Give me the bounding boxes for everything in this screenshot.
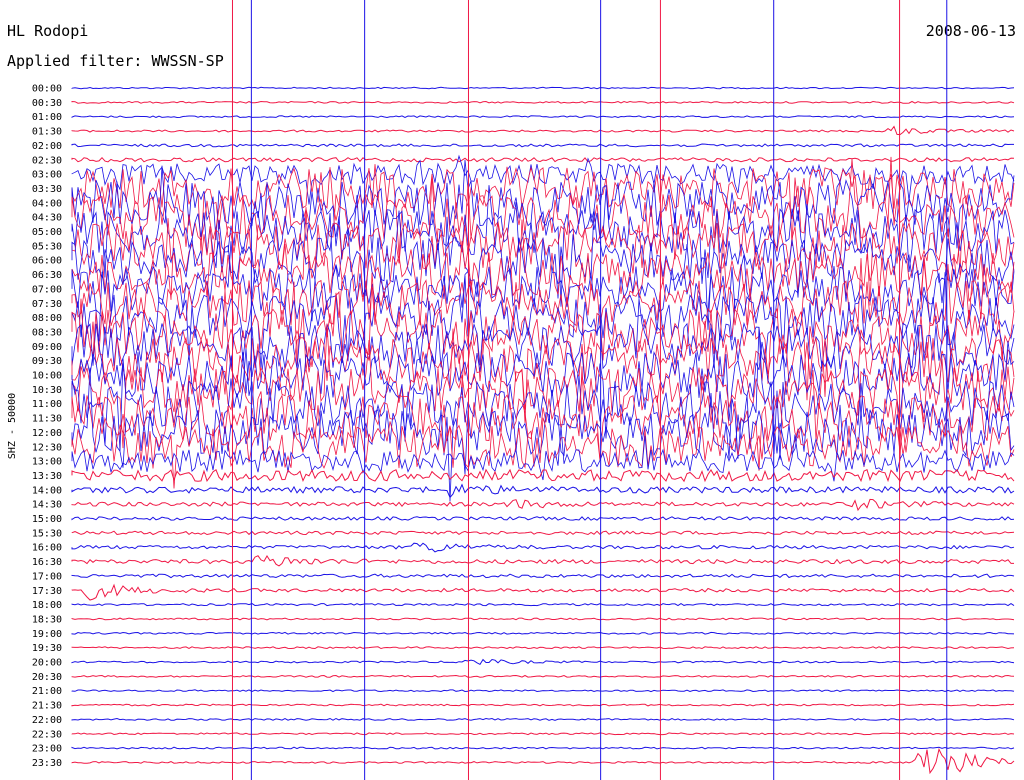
trace-line	[71, 689, 1015, 693]
time-tick-label: 00:30	[32, 98, 62, 109]
date-label: 2008-06-13	[926, 22, 1016, 40]
time-tick-label: 07:30	[32, 299, 62, 310]
time-tick-label: 10:00	[32, 371, 62, 382]
time-tick-label: 08:00	[32, 313, 62, 324]
time-tick-label: 21:30	[32, 701, 62, 712]
time-tick-label: 08:30	[32, 327, 62, 338]
trace-line	[71, 717, 1015, 721]
channel-label: SHZ - 50000	[7, 393, 18, 459]
time-tick-label: 22:00	[32, 715, 62, 726]
trace-line	[71, 732, 1015, 736]
time-tick-label: 16:00	[32, 543, 62, 554]
time-tick-label: 07:00	[32, 284, 62, 295]
trace-line	[71, 602, 1015, 607]
trace-line	[71, 573, 1015, 579]
filter-label: Applied filter: WWSSN-SP	[7, 52, 224, 70]
trace-line	[71, 156, 1015, 163]
trace-line	[71, 646, 1015, 650]
trace-line	[71, 583, 1015, 601]
time-tick-label: 03:00	[32, 170, 62, 181]
helicorder-plot: HL Rodopi Applied filter: WWSSN-SP 2008-…	[7, 0, 1016, 780]
trace-line	[71, 498, 1015, 512]
time-tick-label: 01:30	[32, 127, 62, 138]
time-tick-label: 23:00	[32, 744, 62, 755]
trace-line	[71, 746, 1015, 750]
time-tick-label: 14:30	[32, 500, 62, 511]
time-tick-label: 02:00	[32, 141, 62, 152]
time-tick-label: 15:30	[32, 528, 62, 539]
trace-line	[71, 703, 1015, 707]
time-tick-label: 20:30	[32, 672, 62, 683]
time-tick-label: 09:30	[32, 356, 62, 367]
trace-line	[71, 125, 1015, 136]
time-tick-label: 05:30	[32, 241, 62, 252]
trace-line	[71, 555, 1014, 567]
time-tick-label: 13:30	[32, 471, 62, 482]
time-tick-label: 14:00	[32, 485, 62, 496]
time-tick-label: 00:00	[32, 84, 62, 95]
trace-line	[71, 658, 1015, 666]
time-tick-label: 18:00	[32, 600, 62, 611]
trace-line	[71, 516, 1015, 521]
time-tick-label: 09:00	[32, 342, 62, 353]
trace-line	[71, 100, 1015, 104]
time-tick-label: 10:30	[32, 385, 62, 396]
time-tick-label: 16:30	[32, 557, 62, 568]
time-tick-label: 11:30	[32, 414, 62, 425]
time-tick-label: 01:00	[32, 112, 62, 123]
time-tick-label: 18:30	[32, 614, 62, 625]
trace-line	[71, 115, 1015, 119]
time-tick-label: 03:30	[32, 184, 62, 195]
time-tick-label: 17:30	[32, 586, 62, 597]
time-tick-label: 20:00	[32, 658, 62, 669]
trace-line	[71, 483, 1015, 499]
time-tick-label: 21:00	[32, 686, 62, 697]
time-tick-label: 19:00	[32, 629, 62, 640]
trace-line	[71, 747, 1015, 775]
trace-line	[71, 617, 1015, 621]
time-tick-label: 12:30	[32, 442, 62, 453]
time-tick-label: 04:30	[32, 213, 62, 224]
time-tick-label: 17:00	[32, 571, 62, 582]
trace-line	[71, 86, 1015, 90]
time-tick-label: 13:00	[32, 457, 62, 468]
trace-line	[71, 272, 1015, 401]
time-tick-label: 02:30	[32, 155, 62, 166]
time-tick-label: 22:30	[32, 729, 62, 740]
time-tick-label: 23:30	[32, 758, 62, 769]
time-tick-label: 06:00	[32, 256, 62, 267]
time-tick-label: 12:00	[32, 428, 62, 439]
time-tick-label: 06:30	[32, 270, 62, 281]
time-tick-label: 19:30	[32, 643, 62, 654]
time-tick-label: 05:00	[32, 227, 62, 238]
time-tick-label: 11:00	[32, 399, 62, 410]
trace-line	[71, 530, 1015, 536]
time-tick-labels: 00:00 00:30 01:00 01:30 02:00 02:30 03:00 03:30…	[32, 84, 62, 769]
station-title: HL Rodopi	[7, 22, 88, 40]
time-tick-label: 15:00	[32, 514, 62, 525]
trace-line	[71, 674, 1015, 678]
trace-line	[71, 542, 1015, 553]
trace-line	[71, 143, 1014, 148]
trace-line	[71, 631, 1015, 635]
seismogram-traces	[71, 0, 1015, 780]
time-tick-label: 04:00	[32, 198, 62, 209]
